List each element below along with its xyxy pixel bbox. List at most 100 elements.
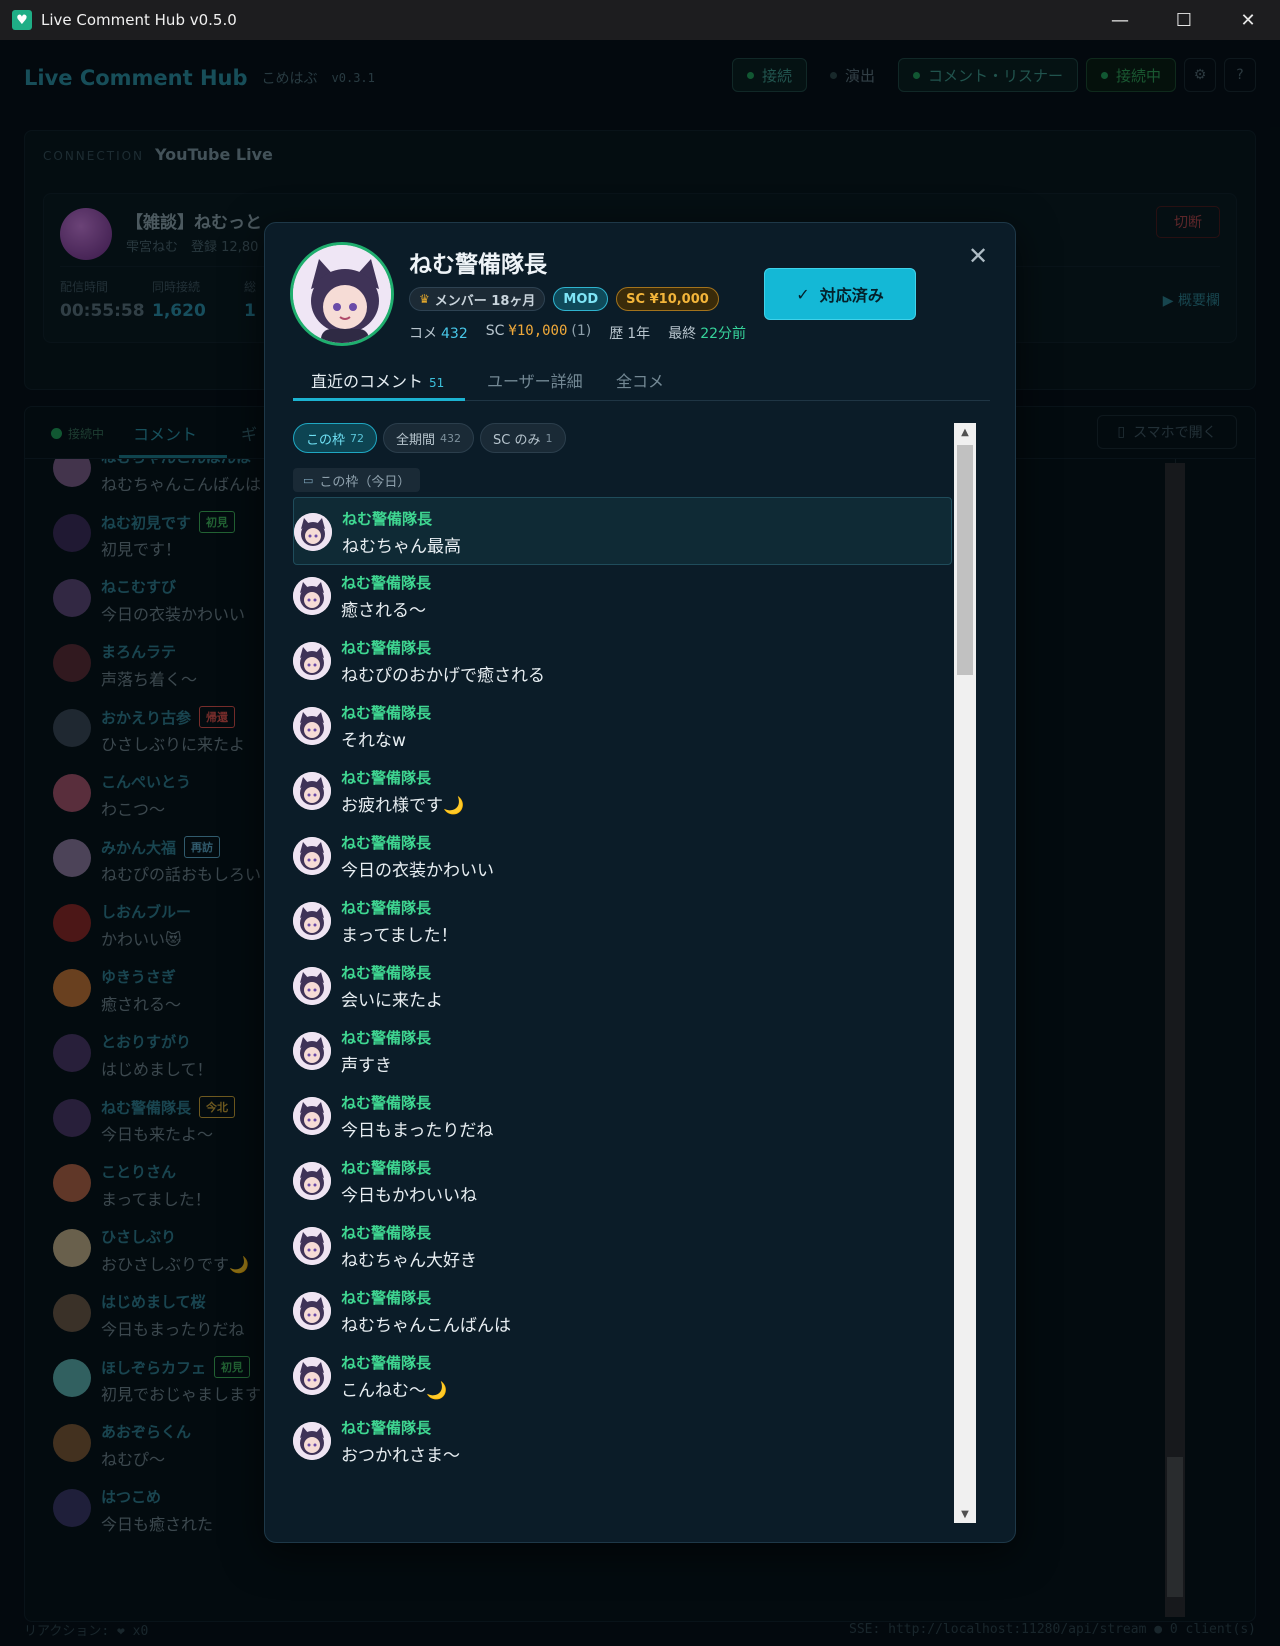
maximize-icon[interactable]: ☐	[1152, 0, 1216, 40]
window-controls: — ☐ ✕	[1088, 0, 1280, 40]
comment-author: ねむ警備隊長	[341, 704, 432, 722]
modal-tabs: 直近のコメント 51 ユーザー詳細 全コメ	[293, 355, 990, 401]
stat-value: ¥10,000	[508, 323, 568, 339]
superchat-badge: SC ¥10,000	[616, 287, 719, 311]
comment-text: ねむちゃん最高	[342, 537, 461, 557]
mark-done-button[interactable]: ✓ 対応済み	[764, 268, 916, 320]
modal-comment-row[interactable]: ねむ警備隊長ねむちゃん大好き	[293, 1212, 952, 1280]
stat-value: 22分前	[700, 326, 747, 342]
modal-comment-row[interactable]: ねむ警備隊長 声すき	[293, 1017, 952, 1085]
tab-user-detail[interactable]: ユーザー詳細	[487, 368, 583, 392]
modal-comment-row[interactable]: ねむ警備隊長今日もまったりだね	[293, 1082, 952, 1150]
avatar	[293, 837, 331, 875]
stat-value: 1年	[627, 326, 651, 342]
modal-comment-row[interactable]: ねむ警備隊長 おつかれさま〜	[293, 1407, 952, 1475]
window-titlebar: ♥ Live Comment Hub v0.5.0 — ☐ ✕	[0, 0, 1280, 40]
stat-comments: コメ 432	[409, 323, 468, 343]
member-badge: ♛ メンバー 18ヶ月	[409, 287, 546, 311]
user-avatar	[290, 242, 394, 346]
avatar	[293, 967, 331, 1005]
chip-all-time[interactable]: 全期間 432	[383, 423, 475, 453]
scroll-up-icon[interactable]: ▲	[954, 423, 976, 441]
avatar	[293, 1422, 331, 1460]
comment-author: ねむ警備隊長	[341, 1224, 432, 1242]
modal-scrollbar[interactable]: ▲ ▼	[954, 423, 976, 1523]
chip-count: 72	[350, 431, 365, 445]
modal-comment-row[interactable]: ねむ警備隊長 お疲れ様です🌙	[293, 757, 952, 825]
chip-label: この枠	[306, 432, 346, 448]
comment-author: ねむ警備隊長	[341, 574, 432, 592]
avatar	[293, 1227, 331, 1265]
comment-text: 今日の衣装かわいい	[341, 861, 494, 881]
tab-all-comments[interactable]: 全コメ	[616, 368, 664, 392]
comment-author: ねむ警備隊長	[341, 1094, 432, 1112]
avatar	[293, 707, 331, 745]
stat-count: (1)	[571, 323, 592, 339]
user-badges: ♛ メンバー 18ヶ月 MOD SC ¥10,000	[409, 287, 719, 311]
avatar	[293, 577, 331, 615]
comment-author: ねむ警備隊長	[342, 510, 433, 528]
comment-text: ねむぴのおかげで癒される	[341, 666, 545, 686]
user-detail-modal: ねむ警備隊長 ♛ メンバー 18ヶ月 MOD SC ¥10,000 コメ 432 S…	[264, 222, 1016, 1543]
avatar	[293, 642, 331, 680]
mark-done-label: 対応済み	[819, 286, 884, 305]
modal-comment-row[interactable]: ねむ警備隊長 こんねむ〜🌙	[293, 1342, 952, 1410]
avatar	[293, 1357, 331, 1395]
comment-text: 会いに来たよ	[341, 991, 443, 1011]
chip-count: 1	[545, 431, 553, 445]
modal-comment-row[interactable]: ねむ警備隊長 ねむちゃんこんばんは	[293, 1277, 952, 1345]
tab-count: 51	[429, 376, 445, 390]
avatar	[293, 1292, 331, 1330]
tab-recent-comments[interactable]: 直近のコメント 51	[311, 368, 444, 392]
modal-comment-row[interactable]: ねむ警備隊長 今日もかわいいね	[293, 1147, 952, 1215]
stat-label: 最終	[668, 326, 697, 342]
modal-comment-row[interactable]: ねむ警備隊長 癒される〜	[293, 562, 952, 630]
mod-badge: MOD	[553, 287, 609, 311]
chip-count: 432	[440, 431, 462, 445]
heart-icon: ♥	[12, 10, 32, 30]
window-title: Live Comment Hub v0.5.0	[41, 11, 237, 29]
modal-comment-row[interactable]: ねむ警備隊長 今日の衣装かわいい	[293, 822, 952, 890]
avatar	[293, 1097, 331, 1135]
member-badge-label: メンバー 18ヶ月	[434, 293, 536, 309]
comment-text: ねむちゃんこんばんは	[341, 1316, 511, 1336]
modal-comment-row[interactable]: ねむ警備隊長 ねむぴのおかげで癒される	[293, 627, 952, 695]
chip-sc-only[interactable]: SC のみ 1	[480, 423, 566, 453]
tab-label: 直近のコメント	[311, 372, 424, 391]
stat-value: 432	[441, 326, 468, 342]
stat-label: コメ	[409, 326, 437, 342]
stat-last-seen: 最終 22分前	[668, 323, 746, 343]
user-stats: コメ 432 SC ¥10,000 (1) 歴 1年 最終 22分前	[409, 323, 746, 343]
comment-text: 今日もかわいいね	[341, 1186, 477, 1206]
minimize-icon[interactable]: —	[1088, 0, 1152, 40]
comment-text: ねむちゃん大好き	[341, 1251, 477, 1271]
modal-comment-row[interactable]: ねむ警備隊長 会いに来たよ	[293, 952, 952, 1020]
chip-label: SC のみ	[493, 432, 541, 448]
comment-author: ねむ警備隊長	[341, 769, 432, 787]
avatar	[294, 513, 332, 551]
avatar	[293, 1032, 331, 1070]
comment-text: 今日もまったりだね	[341, 1121, 494, 1141]
stat-history: 歴 1年	[609, 323, 650, 343]
avatar	[293, 1162, 331, 1200]
filter-chips: この枠 72 全期間 432 SC のみ 1	[293, 423, 566, 453]
scrollbar-thumb[interactable]	[957, 445, 973, 675]
modal-comment-row[interactable]: ねむ警備隊長 まってました！	[293, 887, 952, 955]
modal-comment-row[interactable]: ねむ警備隊長ねむちゃん最高	[293, 497, 952, 565]
scroll-down-icon[interactable]: ▼	[954, 1505, 976, 1523]
close-window-icon[interactable]: ✕	[1216, 0, 1280, 40]
modal-comment-list: この枠 72 全期間 432 SC のみ 1 ▭ この枠（今日） ねむ警備隊長 ねむちゃん…	[293, 423, 954, 1523]
avatar	[293, 902, 331, 940]
tab-underline	[293, 398, 465, 401]
check-icon: ✓	[796, 284, 810, 304]
close-icon[interactable]: ✕	[965, 242, 991, 270]
modal-comment-row[interactable]: ねむ警備隊長 それなw	[293, 692, 952, 760]
chip-label: 全期間	[396, 432, 436, 448]
chip-this-stream[interactable]: この枠 72	[293, 423, 378, 453]
user-name: ねむ警備隊長	[409, 252, 547, 278]
app-root: Live Comment Hub こめはぶ v0.3.1 接続 演出 コメント・…	[0, 40, 1280, 1646]
stat-label: SC	[485, 323, 505, 339]
comment-text: おつかれさま〜	[341, 1446, 460, 1466]
comment-author: ねむ警備隊長	[341, 964, 432, 982]
group-label: ▭ この枠（今日）	[293, 468, 421, 492]
